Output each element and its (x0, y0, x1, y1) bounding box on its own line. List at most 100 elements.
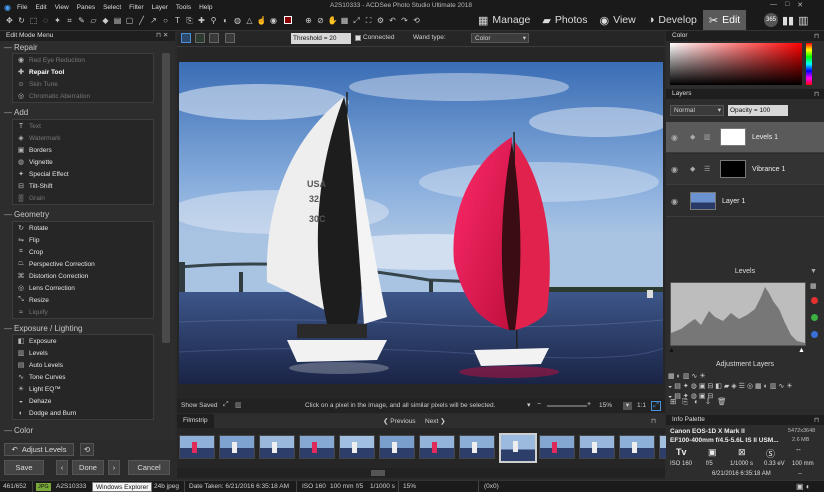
new-layer-icon[interactable]: ⊞ (670, 397, 682, 406)
zoom-slider[interactable] (547, 405, 587, 407)
zoom-in-icon[interactable]: + (587, 401, 591, 408)
tool-chromatic-aberration[interactable]: ◎ Chromatic Aberration (13, 90, 153, 102)
tool-text[interactable]: T Text (13, 120, 153, 132)
line-icon[interactable]: ╱ (136, 15, 147, 26)
threshold-slider[interactable]: Threshold = 20 (291, 33, 351, 44)
maximize-icon[interactable]: □ (785, 1, 789, 9)
selection-subtract-icon[interactable] (209, 33, 219, 43)
select-icon[interactable]: ⬚ (28, 15, 39, 26)
wand-icon[interactable]: ✦ (52, 15, 63, 26)
arrow-icon[interactable]: ↗ (148, 15, 159, 26)
filmstrip-thumbnail[interactable] (299, 435, 335, 459)
filmstrip-scrollbar[interactable] (177, 468, 665, 478)
eye-icon[interactable]: ◉ (671, 133, 678, 142)
selection-intersect-icon[interactable] (225, 33, 235, 43)
tool-resize[interactable]: ⤡ Resize (13, 294, 153, 306)
fill-icon[interactable]: ◆ (100, 15, 111, 26)
show-saved-button[interactable]: Show Saved (181, 402, 218, 409)
tool-tilt-shift[interactable]: ⊟ Tilt-Shift (13, 180, 153, 192)
fit-icon[interactable]: ⤢ (651, 401, 661, 411)
filmstrip-thumbnail[interactable] (579, 435, 615, 459)
green-channel-icon[interactable] (811, 314, 818, 321)
tool-dehaze[interactable]: ◒ Dehaze (13, 395, 153, 407)
history-button[interactable]: ⟲ (80, 443, 94, 456)
filmstrip-tab[interactable]: Filmstrip (177, 414, 214, 428)
move-icon[interactable]: ✥ (4, 15, 15, 26)
filmstrip-thumbnail[interactable] (259, 435, 295, 459)
settings-icon[interactable]: ⚙ (375, 15, 386, 26)
eye-icon[interactable]: ◉ (671, 197, 678, 206)
filmstrip-thumbnail[interactable] (339, 435, 375, 459)
minimize-icon[interactable]: — (770, 1, 777, 9)
prev-image-button[interactable]: ‹ (56, 460, 68, 475)
tool-skin-tune[interactable]: ☺ Skin Tune (13, 78, 153, 90)
rotate-icon[interactable]: ↻ (16, 15, 27, 26)
levels-histogram[interactable] (670, 282, 806, 346)
status-icons[interactable]: ▣ ◐ (796, 481, 811, 492)
layer-levels-1[interactable]: ◉ ◆ ▥ Levels 1 (666, 122, 824, 153)
brush-icon[interactable]: ✎ (76, 15, 87, 26)
next-image-button[interactable]: › (108, 460, 120, 475)
left-panel-scrollbar[interactable] (162, 53, 170, 343)
group-repair-header[interactable]: — Repair (4, 43, 38, 52)
menu-edit[interactable]: Edit (35, 4, 46, 11)
heal-icon[interactable]: ✚ (196, 15, 207, 26)
next-button[interactable]: Next ❯ (425, 417, 446, 425)
adjust-levels-button[interactable]: ↶ Adjust Levels (4, 443, 74, 456)
opacity-slider[interactable]: Opacity = 100 (728, 105, 788, 116)
dropper-icon[interactable]: ⚲ (208, 15, 219, 26)
done-button[interactable]: Done (72, 460, 104, 475)
tool-rotate[interactable]: ↻ Rotate (13, 222, 153, 234)
tool-red-eye-reduction[interactable]: ◉ Red Eye Reduction (13, 54, 153, 66)
history-icon[interactable]: ⟲ (411, 15, 422, 26)
sharpen-icon[interactable]: △ (244, 15, 255, 26)
badge-365[interactable]: 365 (764, 13, 778, 27)
layer-layer-1[interactable]: ◉ Layer 1 (666, 186, 824, 217)
save-button[interactable]: Save (4, 460, 44, 475)
pin-icon[interactable]: ⊓ (814, 90, 819, 98)
pan-icon[interactable]: ✋ (327, 15, 338, 26)
group-add-header[interactable]: — Add (4, 108, 28, 117)
pin-icon[interactable]: ⊓ (814, 416, 819, 424)
menu-layer[interactable]: Layer (152, 4, 168, 11)
previous-button[interactable]: ❮ Previous (383, 417, 416, 425)
color-swatch-icon[interactable] (280, 15, 296, 26)
target-icon[interactable]: ⊕ (303, 15, 314, 26)
blur-icon[interactable]: ◍ (232, 15, 243, 26)
redo-icon[interactable]: ↷ (399, 15, 410, 26)
blend-mode-select[interactable]: Normal ▾ (670, 105, 724, 116)
eye-icon[interactable]: ◉ (671, 165, 678, 174)
filmstrip-thumbnail[interactable] (419, 435, 455, 459)
mode-photos[interactable]: ▰ Photos (536, 10, 593, 30)
cancel-button[interactable]: Cancel (128, 460, 170, 475)
zoom-menu-icon[interactable]: ▾ (623, 402, 632, 410)
filmstrip-thumbnail[interactable] (179, 435, 215, 459)
menu-panes[interactable]: Panes (77, 4, 95, 11)
duplicate-layer-icon[interactable]: ⎘ (682, 397, 694, 406)
chevron-down-icon[interactable]: ▼ (810, 268, 817, 275)
menu-help[interactable]: Help (199, 4, 212, 11)
red-channel-icon[interactable] (811, 297, 818, 304)
fit-icon[interactable]: ⤢ (351, 15, 362, 26)
menu-filter[interactable]: Filter (129, 4, 143, 11)
text-icon[interactable]: T (172, 15, 183, 26)
stats-icon[interactable]: ▥ (798, 14, 808, 27)
filmstrip-thumbnail[interactable] (539, 435, 575, 459)
filmstrip-thumbnail[interactable] (379, 435, 415, 459)
ellipse-icon[interactable]: ○ (160, 15, 171, 26)
color-picker-field[interactable] (670, 43, 802, 85)
tool-watermark[interactable]: ◈ Watermark (13, 132, 153, 144)
pin-icon[interactable]: ⊓ (651, 417, 656, 425)
tool-exposure[interactable]: ◧ Exposure (13, 335, 153, 347)
tool-tone-curves[interactable]: ∿ Tone Curves (13, 371, 153, 383)
connected-checkbox[interactable] (355, 35, 361, 41)
tool-distortion-correction[interactable]: ⌘ Distortion Correction (13, 270, 153, 282)
mode-view[interactable]: ◉ View (594, 10, 642, 30)
sailboat-photo[interactable]: USA 32 30C (179, 62, 663, 384)
grid-toggle-icon[interactable]: ▦ (339, 15, 350, 26)
eraser-icon[interactable]: ▱ (88, 15, 99, 26)
mask-icon[interactable]: ◐ (694, 397, 705, 406)
filmstrip-thumbnail[interactable] (219, 435, 255, 459)
clone-icon[interactable]: ⎘ (184, 15, 195, 26)
zoom-dropdown-icon[interactable]: ▾ (527, 401, 531, 409)
